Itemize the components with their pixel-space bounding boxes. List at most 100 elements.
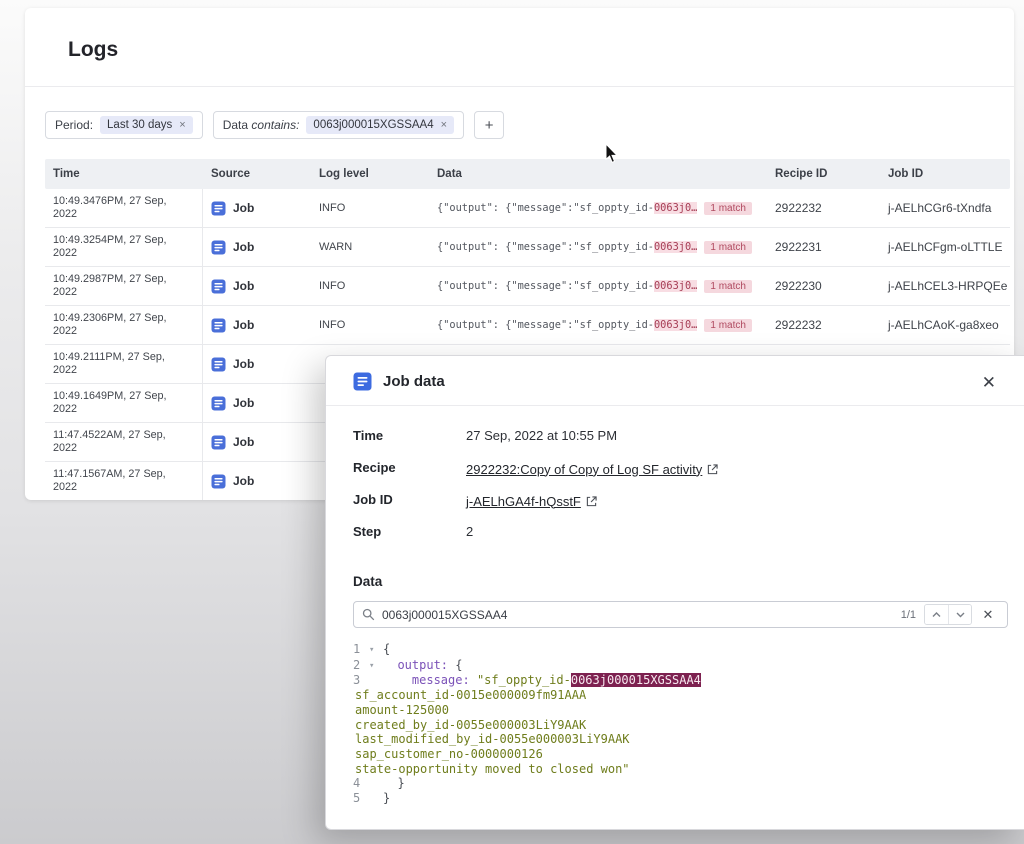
add-filter-button[interactable]: + (474, 111, 504, 139)
line-number: 3 (353, 673, 369, 688)
job-id-cell: j-AELhCFgm-oLTTLE (880, 228, 1010, 266)
card-header: Logs (25, 8, 1014, 87)
code-line: 1▾{ (353, 642, 1008, 658)
time-cell: 10:49.3476PM, 27 Sep,2022 (45, 189, 203, 227)
field-job-id: Job ID j-AELhGA4f-hQsstF (353, 492, 997, 510)
job-data-modal: Job data ✕ Time 27 Sep, 2022 at 10:55 PM… (325, 355, 1024, 830)
page-background: { "page": { "title": "Logs" }, "filters"… (0, 0, 1024, 844)
time-cell: 10:49.2306PM, 27 Sep,2022 (45, 306, 203, 344)
source-cell: Job (203, 384, 311, 422)
job-id-cell: j-AELhCAoK-ga8xeo (880, 306, 1010, 344)
data-search-bar[interactable]: 0063j000015XGSSAA4 1/1 ✕ (353, 601, 1008, 628)
matched-text: 0063j0… (654, 319, 697, 331)
log-level-cell: INFO (311, 189, 429, 227)
log-level-cell: INFO (311, 306, 429, 344)
column-header-time: Time (45, 168, 203, 180)
code-line: 3 message: "sf_oppty_id-0063j000015XGSSA… (353, 673, 1008, 688)
job-icon (211, 435, 226, 450)
source-cell: Job (203, 423, 311, 461)
time-cell: 10:49.2111PM, 27 Sep,2022 (45, 345, 203, 383)
log-level-cell: INFO (311, 267, 429, 305)
table-row[interactable]: 10:49.2987PM, 27 Sep,2022JobINFO{"output… (45, 267, 1010, 306)
recipe-id-cell: 2922231 (767, 228, 880, 266)
external-link-icon (707, 464, 718, 475)
code-line: last_modified_by_id-0055e000003LiY9AAK (355, 732, 1008, 747)
field-label: Job ID (353, 492, 466, 510)
match-count-badge: 1 match (704, 280, 752, 293)
source-cell: Job (203, 267, 311, 305)
data-cell: {"output": {"message":"sf_oppty_id-0063j… (429, 228, 767, 266)
table-row[interactable]: 10:49.2306PM, 27 Sep,2022JobINFO{"output… (45, 306, 1010, 345)
code-line: state-opportunity moved to closed won" (355, 762, 1008, 777)
source-cell: Job (203, 306, 311, 344)
job-id-cell: j-AELhCEL3-HRPQEe (880, 267, 1010, 305)
field-value: 27 Sep, 2022 at 10:55 PM (466, 428, 617, 446)
job-icon (211, 279, 226, 294)
filter-period-value: Last 30 days × (100, 116, 193, 134)
data-cell: {"output": {"message":"sf_oppty_id-0063j… (429, 189, 767, 227)
job-icon (211, 357, 226, 372)
remove-period-filter-icon[interactable]: × (179, 120, 185, 131)
log-level-cell: WARN (311, 228, 429, 266)
fold-caret-icon[interactable]: ▾ (369, 659, 383, 674)
filter-data-chip[interactable]: Data contains: 0063j000015XGSSAA4 × (213, 111, 464, 139)
match-counter: 1/1 (901, 609, 916, 621)
recipe-link[interactable]: 2922232:Copy of Copy of Log SF activity (466, 460, 718, 478)
job-fields: Time 27 Sep, 2022 at 10:55 PM Recipe 292… (326, 406, 1024, 542)
field-recipe: Recipe 2922232:Copy of Copy of Log SF ac… (353, 460, 997, 478)
field-value: 2 (466, 524, 473, 542)
line-number: 5 (353, 791, 369, 806)
remove-data-filter-icon[interactable]: × (441, 120, 447, 131)
match-count-badge: 1 match (704, 241, 752, 254)
line-number: 4 (353, 776, 369, 791)
table-header: Time Source Log level Data Recipe ID Job… (45, 159, 1010, 189)
field-label: Step (353, 524, 466, 542)
mouse-cursor (605, 144, 619, 169)
page-title: Logs (68, 38, 1014, 62)
close-icon[interactable]: ✕ (978, 370, 1000, 395)
code-viewer: 1▾{2▾ output: {3 message: "sf_oppty_id-0… (353, 642, 1008, 806)
matched-text: 0063j0… (654, 241, 697, 253)
search-input[interactable]: 0063j000015XGSSAA4 (382, 608, 901, 622)
table-row[interactable]: 10:49.3254PM, 27 Sep,2022JobWARN{"output… (45, 228, 1010, 267)
next-match-button[interactable] (948, 605, 971, 624)
time-cell: 10:49.1649PM, 27 Sep,2022 (45, 384, 203, 422)
line-number: 2 (353, 658, 369, 673)
filter-period-label: Period: (55, 118, 93, 132)
job-icon (211, 474, 226, 489)
field-time: Time 27 Sep, 2022 at 10:55 PM (353, 428, 997, 446)
table-row[interactable]: 10:49.3476PM, 27 Sep,2022JobINFO{"output… (45, 189, 1010, 228)
filter-bar: Period: Last 30 days × Data contains: 00… (45, 111, 1014, 139)
code-line: sf_account_id-0015e000009fm91AAA (355, 688, 1008, 703)
source-cell: Job (203, 345, 311, 383)
matched-text: 0063j0… (654, 202, 697, 214)
job-icon (211, 240, 226, 255)
filter-period-chip[interactable]: Period: Last 30 days × (45, 111, 203, 139)
line-number: 1 (353, 642, 369, 657)
column-header-job-id: Job ID (880, 168, 1010, 180)
job-icon (211, 201, 226, 216)
job-id-cell: j-AELhCGr6-tXndfa (880, 189, 1010, 227)
code-line: 4 } (353, 776, 1008, 791)
previous-match-button[interactable] (925, 605, 948, 624)
code-line: created_by_id-0055e000003LiY9AAK (355, 718, 1008, 733)
recipe-id-cell: 2922230 (767, 267, 880, 305)
clear-search-icon[interactable]: ✕ (977, 605, 999, 624)
code-line: amount-125000 (355, 703, 1008, 718)
modal-title: Job data (383, 373, 445, 390)
matched-text: 0063j0… (654, 280, 697, 292)
column-header-data: Data (429, 168, 767, 180)
time-cell: 10:49.2987PM, 27 Sep,2022 (45, 267, 203, 305)
job-id-link[interactable]: j-AELhGA4f-hQsstF (466, 492, 597, 510)
external-link-icon (586, 496, 597, 507)
code-line: 5} (353, 791, 1008, 806)
recipe-id-cell: 2922232 (767, 189, 880, 227)
column-header-recipe-id: Recipe ID (767, 168, 880, 180)
fold-caret-icon[interactable]: ▾ (369, 643, 383, 658)
column-header-source: Source (203, 168, 311, 180)
modal-header: Job data ✕ (326, 356, 1024, 406)
job-data-icon (353, 372, 372, 391)
data-cell: {"output": {"message":"sf_oppty_id-0063j… (429, 267, 767, 305)
source-cell: Job (203, 189, 311, 227)
field-step: Step 2 (353, 524, 997, 542)
